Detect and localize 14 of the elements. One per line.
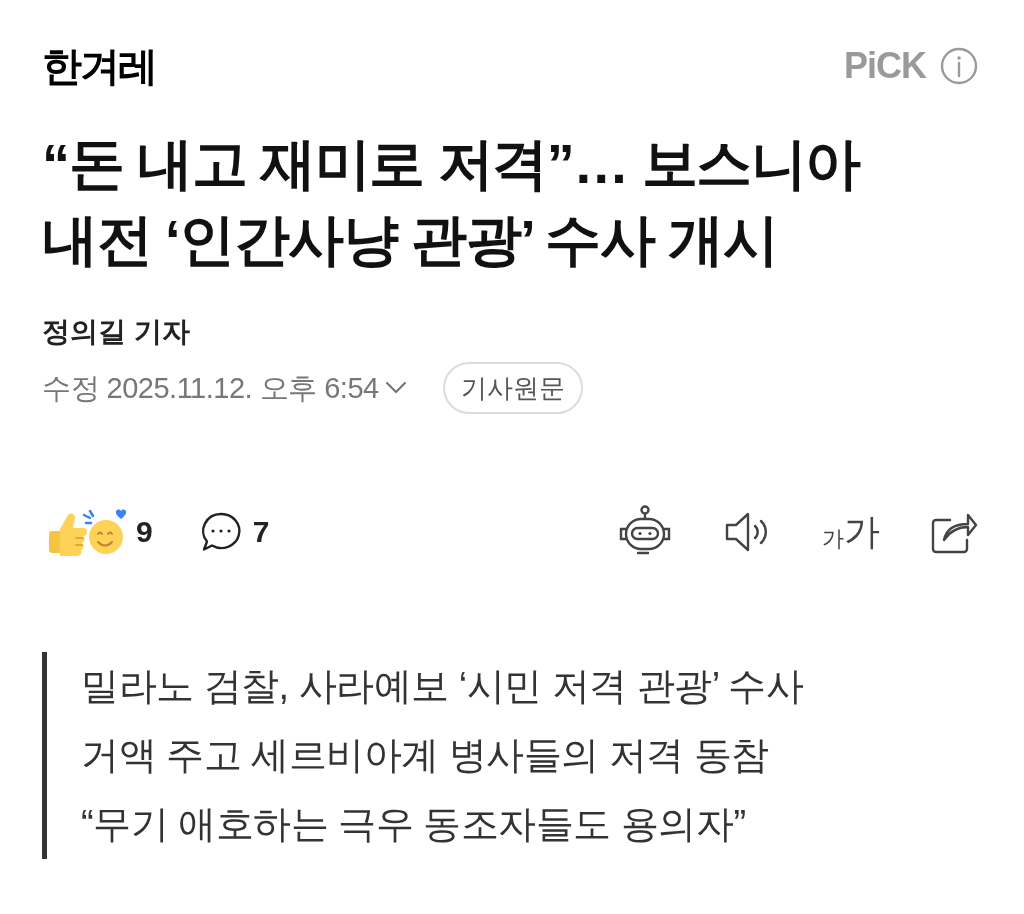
- original-article-button[interactable]: 기사원문: [442, 362, 583, 414]
- info-icon[interactable]: [940, 47, 978, 85]
- chevron-down-icon[interactable]: [384, 381, 407, 395]
- article-title: “돈 내고 재미로 저격”… 보스니아 내전 ‘인간사냥 관광’ 수사 개시: [41, 131, 862, 273]
- summary-line: 거액 주고 세르비아계 병사들의 저격 동참: [81, 733, 770, 778]
- newspaper-logo[interactable]: 한겨레: [42, 46, 156, 86]
- font-size-button[interactable]: 가가: [822, 514, 880, 550]
- comment-count: 7: [252, 517, 270, 547]
- reporter-byline[interactable]: 정의길 기자: [0, 314, 190, 350]
- summary-line: “무기 애호하는 극우 동조자들도 용의자”: [81, 802, 747, 847]
- reaction-count: 9: [136, 517, 153, 547]
- pick-label: PiCK: [844, 48, 926, 84]
- summary-line: 밀라노 검찰, 사라예보 ‘시민 저격 관광’ 수사: [81, 664, 804, 709]
- article-timestamp: 수정 2025.11.12. 오후 6:54: [42, 371, 379, 406]
